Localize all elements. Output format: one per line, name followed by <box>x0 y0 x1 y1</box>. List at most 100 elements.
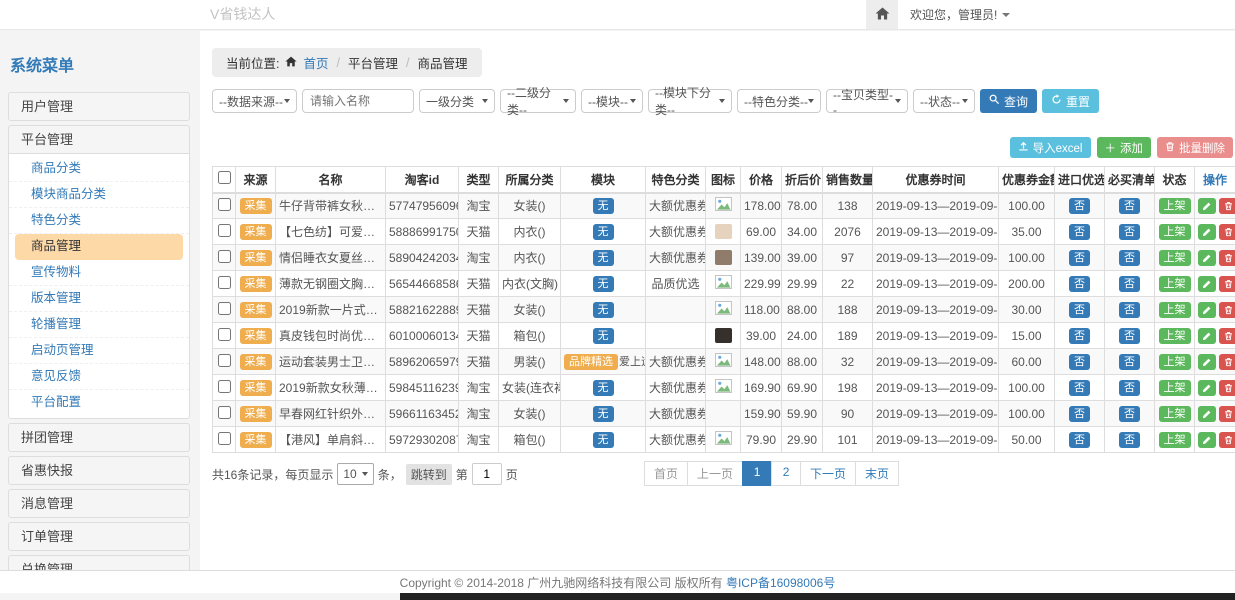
edit-button[interactable] <box>1198 224 1216 240</box>
edit-button[interactable] <box>1198 354 1216 370</box>
mustbuy-toggle[interactable]: 否 <box>1119 302 1140 318</box>
sidebar-item-用户管理[interactable]: 用户管理 <box>8 92 190 121</box>
import-toggle[interactable]: 否 <box>1069 224 1090 240</box>
delete-button[interactable] <box>1219 380 1235 396</box>
filter-select-1[interactable]: --二级分类-- <box>500 89 576 113</box>
status-badge[interactable]: 上架 <box>1159 380 1191 396</box>
sidebar-item-拼团管理[interactable]: 拼团管理 <box>8 423 190 452</box>
status-badge[interactable]: 上架 <box>1159 198 1191 214</box>
mustbuy-toggle[interactable]: 否 <box>1119 328 1140 344</box>
import-toggle[interactable]: 否 <box>1069 432 1090 448</box>
jump-page-input[interactable] <box>472 463 502 485</box>
mustbuy-toggle[interactable]: 否 <box>1119 224 1140 240</box>
delete-button[interactable] <box>1219 406 1235 422</box>
add-button[interactable]: ＋ 添加 <box>1097 137 1152 158</box>
import-toggle[interactable]: 否 <box>1069 276 1090 292</box>
status-badge[interactable]: 上架 <box>1159 302 1191 318</box>
row-checkbox[interactable] <box>218 380 231 393</box>
edit-button[interactable] <box>1198 406 1216 422</box>
search-button[interactable]: 查询 <box>980 89 1037 113</box>
sidebar-item-特色分类[interactable]: 特色分类 <box>9 208 189 234</box>
row-checkbox[interactable] <box>218 198 231 211</box>
delete-button[interactable] <box>1219 432 1235 448</box>
edit-button[interactable] <box>1198 198 1216 214</box>
status-badge[interactable]: 上架 <box>1159 250 1191 266</box>
sidebar-item-消息管理[interactable]: 消息管理 <box>8 489 190 518</box>
row-checkbox[interactable] <box>218 406 231 419</box>
import-toggle[interactable]: 否 <box>1069 328 1090 344</box>
mustbuy-toggle[interactable]: 否 <box>1119 198 1140 214</box>
filter-select-source[interactable]: --数据来源-- <box>212 89 297 113</box>
page-button-1[interactable]: 1 <box>742 461 772 486</box>
user-menu[interactable]: 欢迎您，管理员! <box>910 6 1010 23</box>
edit-button[interactable] <box>1198 328 1216 344</box>
home-button[interactable] <box>866 0 898 29</box>
row-checkbox[interactable] <box>218 250 231 263</box>
delete-button[interactable] <box>1219 198 1235 214</box>
filter-select-5[interactable]: --宝贝类型-- <box>826 89 908 113</box>
mustbuy-toggle[interactable]: 否 <box>1119 380 1140 396</box>
delete-button[interactable] <box>1219 276 1235 292</box>
page-button-下一页[interactable]: 下一页 <box>800 461 856 486</box>
edit-button[interactable] <box>1198 432 1216 448</box>
sidebar-item-版本管理[interactable]: 版本管理 <box>9 286 189 312</box>
delete-button[interactable] <box>1219 302 1235 318</box>
mustbuy-toggle[interactable]: 否 <box>1119 432 1140 448</box>
edit-button[interactable] <box>1198 380 1216 396</box>
sidebar-item-商品管理[interactable]: 商品管理 <box>15 234 183 260</box>
edit-button[interactable] <box>1198 276 1216 292</box>
sidebar-item-宣传物料[interactable]: 宣传物料 <box>9 260 189 286</box>
sidebar-item-模块商品分类[interactable]: 模块商品分类 <box>9 182 189 208</box>
import-toggle[interactable]: 否 <box>1069 354 1090 370</box>
filter-select-3[interactable]: --模块下分类-- <box>648 89 732 113</box>
sidebar-item-轮播管理[interactable]: 轮播管理 <box>9 312 189 338</box>
filter-select-6[interactable]: --状态-- <box>913 89 975 113</box>
name-search-input[interactable] <box>302 89 414 113</box>
status-badge[interactable]: 上架 <box>1159 276 1191 292</box>
sidebar-item-兑换管理[interactable]: 兑换管理 <box>8 555 190 571</box>
sidebar-item-订单管理[interactable]: 订单管理 <box>8 522 190 551</box>
mustbuy-toggle[interactable]: 否 <box>1119 406 1140 422</box>
import-excel-button[interactable]: 导入excel <box>1010 137 1091 158</box>
mustbuy-toggle[interactable]: 否 <box>1119 250 1140 266</box>
reset-button[interactable]: 重置 <box>1042 89 1099 113</box>
sidebar-item-商品分类[interactable]: 商品分类 <box>9 156 189 182</box>
mustbuy-toggle[interactable]: 否 <box>1119 276 1140 292</box>
filter-select-4[interactable]: --特色分类-- <box>737 89 821 113</box>
sidebar-item-意见反馈[interactable]: 意见反馈 <box>9 364 189 390</box>
sidebar-item-启动页管理[interactable]: 启动页管理 <box>9 338 189 364</box>
page-button-末页[interactable]: 末页 <box>855 461 899 486</box>
select-all-checkbox[interactable] <box>218 171 231 184</box>
import-toggle[interactable]: 否 <box>1069 250 1090 266</box>
import-toggle[interactable]: 否 <box>1069 302 1090 318</box>
import-toggle[interactable]: 否 <box>1069 198 1090 214</box>
delete-button[interactable] <box>1219 224 1235 240</box>
import-toggle[interactable]: 否 <box>1069 406 1090 422</box>
import-toggle[interactable]: 否 <box>1069 380 1090 396</box>
row-checkbox[interactable] <box>218 224 231 237</box>
row-checkbox[interactable] <box>218 276 231 289</box>
sidebar-item-省惠快报[interactable]: 省惠快报 <box>8 456 190 485</box>
delete-button[interactable] <box>1219 328 1235 344</box>
status-badge[interactable]: 上架 <box>1159 328 1191 344</box>
delete-button[interactable] <box>1219 354 1235 370</box>
delete-button[interactable] <box>1219 250 1235 266</box>
filter-select-2[interactable]: --模块-- <box>581 89 643 113</box>
row-checkbox[interactable] <box>218 328 231 341</box>
page-button-2[interactable]: 2 <box>771 461 801 486</box>
row-checkbox[interactable] <box>218 432 231 445</box>
jump-button[interactable]: 跳转到 <box>406 464 452 485</box>
row-checkbox[interactable] <box>218 302 231 315</box>
status-badge[interactable]: 上架 <box>1159 224 1191 240</box>
sidebar-item-平台配置[interactable]: 平台配置 <box>9 390 189 416</box>
batch-delete-button[interactable]: 批量删除 <box>1157 137 1233 158</box>
edit-button[interactable] <box>1198 302 1216 318</box>
sidebar-item-平台管理[interactable]: 平台管理 <box>8 125 190 154</box>
filter-select-0[interactable]: 一级分类 <box>419 89 495 113</box>
row-checkbox[interactable] <box>218 354 231 367</box>
mustbuy-toggle[interactable]: 否 <box>1119 354 1140 370</box>
status-badge[interactable]: 上架 <box>1159 406 1191 422</box>
icp-link[interactable]: 粤ICP备16098006号 <box>726 576 835 590</box>
status-badge[interactable]: 上架 <box>1159 354 1191 370</box>
status-badge[interactable]: 上架 <box>1159 432 1191 448</box>
